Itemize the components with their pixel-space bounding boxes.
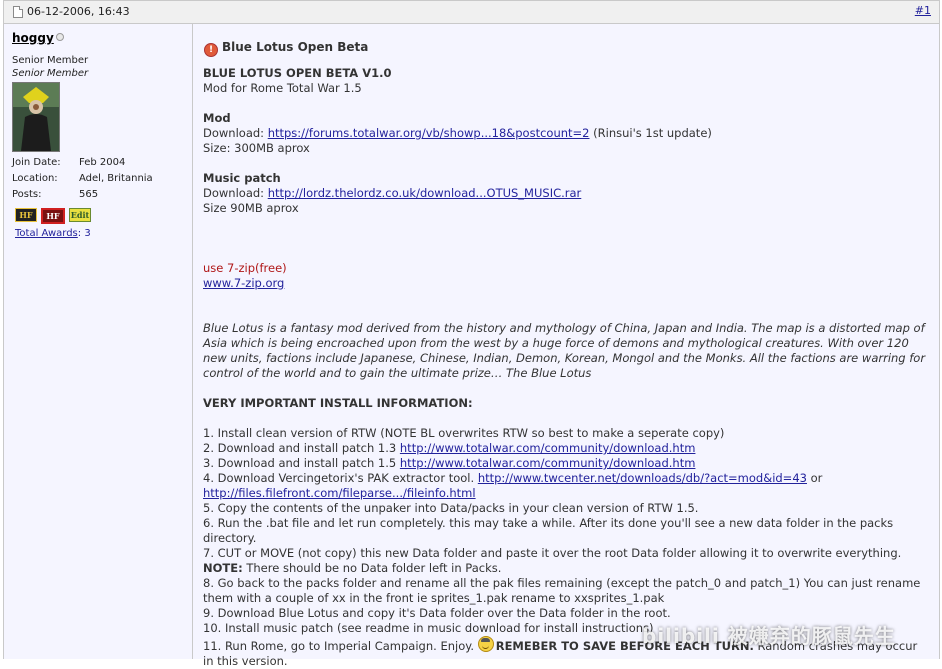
user-rank: Senior Member <box>12 55 89 66</box>
username-link[interactable]: hoggy <box>12 31 54 45</box>
total-awards-count: : 3 <box>77 228 91 239</box>
location-label: Location: <box>12 173 58 184</box>
user-title: Senior Member <box>12 68 89 79</box>
avatar[interactable] <box>12 82 60 152</box>
music-download-link[interactable]: http://lordz.thelordz.co.uk/download...O… <box>268 186 582 200</box>
total-awards-link[interactable]: Total Awards <box>15 228 78 239</box>
install-step-4: 4. Download Vercingetorix's PAK extracto… <box>203 471 475 485</box>
music-download-label: Download: <box>203 186 265 200</box>
mod-subheading: Mod for Rome Total War 1.5 <box>203 81 362 95</box>
mod-heading: BLUE LOTUS OPEN BETA V1.0 <box>203 66 392 80</box>
patch-15-link[interactable]: http://www.totalwar.com/community/downlo… <box>400 456 696 470</box>
post-title-text: Blue Lotus Open Beta <box>222 40 369 54</box>
post-icon <box>13 6 23 18</box>
offline-status-icon <box>56 33 64 41</box>
join-date-label: Join Date: <box>12 157 61 168</box>
award-badge-3[interactable]: Edit <box>69 208 91 222</box>
mod-size: Size: 300MB aprox <box>203 141 310 155</box>
zip-text: use 7-zip(free) <box>203 261 287 275</box>
music-section-title: Music patch <box>203 171 281 185</box>
install-step-6: 6. Run the .bat file and let run complet… <box>203 516 894 545</box>
install-step-8: 8. Go back to the packs folder and renam… <box>203 576 921 605</box>
avatar-image <box>13 83 59 151</box>
award-badge-2[interactable]: HF <box>41 208 65 224</box>
filefront-link[interactable]: http://files.filefront.com/fileparse.../… <box>203 486 476 500</box>
install-step-2: 2. Download and install patch 1.3 <box>203 441 397 455</box>
install-step-3: 3. Download and install patch 1.5 <box>203 456 397 470</box>
exclamation-icon: ! <box>204 43 218 57</box>
mod-section-title: Mod <box>203 111 231 125</box>
cool-smiley-icon <box>477 636 494 652</box>
pak-extractor-link[interactable]: http://www.twcenter.net/downloads/db/?ac… <box>478 471 807 485</box>
post-container: 06-12-2006, 16:43 #1 hoggy Senior Member… <box>3 0 940 668</box>
install-step-1: 1. Install clean version of RTW (NOTE BL… <box>203 426 725 440</box>
post-body: ! Blue Lotus Open Beta BLUE LOTUS OPEN BE… <box>194 24 939 668</box>
install-step-7-note: There should be no Data folder left in P… <box>246 561 502 575</box>
install-step-4-or: or <box>810 471 823 485</box>
join-date-value: Feb 2004 <box>79 157 126 168</box>
post-header-bar: 06-12-2006, 16:43 #1 <box>4 1 939 24</box>
install-step-5: 5. Copy the contents of the unpaker into… <box>203 501 699 515</box>
post-message: BLUE LOTUS OPEN BETA V1.0 Mod for Rome T… <box>203 66 931 669</box>
posts-value: 565 <box>79 189 99 200</box>
install-step-9: 9. Download Blue Lotus and copy it's Dat… <box>203 606 671 620</box>
mod-description: Blue Lotus is a fantasy mod derived from… <box>203 321 926 380</box>
patch-13-link[interactable]: http://www.totalwar.com/community/downlo… <box>400 441 696 455</box>
post-title: ! Blue Lotus Open Beta <box>204 40 368 57</box>
posts-label: Posts: <box>12 189 42 200</box>
user-info-panel: hoggy Senior Member Senior Member Join D… <box>4 24 193 659</box>
install-step-11: 11. Run Rome, go to Imperial Campaign. E… <box>203 639 475 653</box>
bilibili-watermark: bilibili 被嫌弃的豚鼠先生 <box>642 624 896 648</box>
post-number-link[interactable]: #1 <box>915 4 931 17</box>
post-date: 06-12-2006, 16:43 <box>27 5 130 18</box>
total-awards: Total Awards: 3 <box>15 228 91 239</box>
install-heading: VERY IMPORTANT INSTALL INFORMATION: <box>203 396 473 410</box>
install-step-7: 7. CUT or MOVE (not copy) this new Data … <box>203 546 902 560</box>
zip-link[interactable]: www.7-zip.org <box>203 276 284 290</box>
music-size: Size 90MB aprox <box>203 201 299 215</box>
mod-download-label: Download: <box>203 126 265 140</box>
mod-download-link[interactable]: https://forums.totalwar.org/vb/showp...1… <box>268 126 590 140</box>
location-value: Adel, Britannia <box>79 173 153 184</box>
install-step-7-note-label: NOTE: <box>203 561 243 575</box>
mod-download-note: (Rinsui's 1st update) <box>593 126 712 140</box>
award-badge-1[interactable]: HF <box>15 208 37 222</box>
